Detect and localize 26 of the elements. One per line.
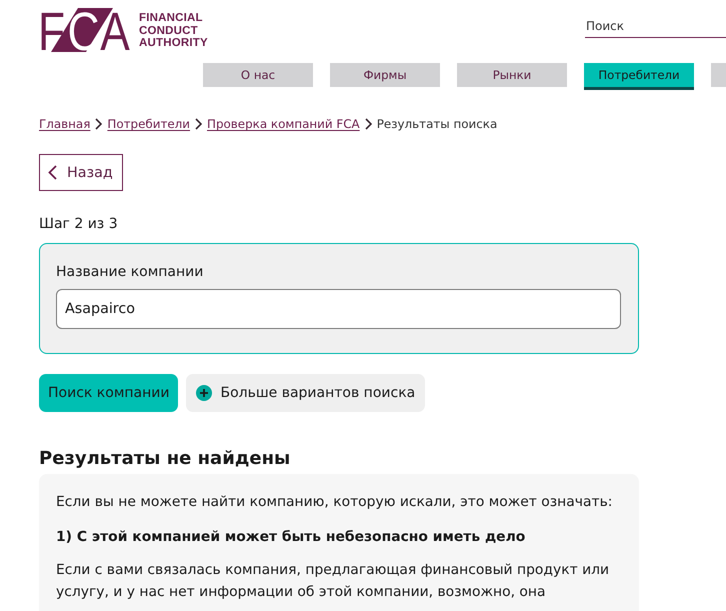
- nav-tab[interactable]: О нас: [203, 63, 313, 87]
- logo-wordmark: FINANCIAL CONDUCT AUTHORITY: [139, 12, 208, 50]
- search-field[interactable]: Поиск: [585, 14, 726, 38]
- nav-tab[interactable]: Фирмы: [330, 63, 440, 87]
- chevron-right-icon: [195, 118, 202, 130]
- plus-circle-icon: [196, 385, 212, 401]
- breadcrumb-link[interactable]: Главная: [39, 115, 90, 133]
- chevron-right-icon: [95, 118, 102, 130]
- search-company-button[interactable]: Поиск компании: [39, 374, 178, 412]
- breadcrumb-current: Результаты поиска: [376, 116, 498, 133]
- company-name-field[interactable]: Asapairco: [56, 289, 621, 329]
- chevron-left-icon: [48, 165, 57, 180]
- more-search-options-button[interactable]: Больше вариантов поиска: [186, 374, 426, 412]
- chevron-right-icon: [364, 118, 372, 130]
- nav-tab[interactable]: [711, 63, 726, 87]
- field-label: Название компании: [56, 263, 204, 281]
- back-button[interactable]: Назад: [39, 154, 123, 191]
- breadcrumb-link[interactable]: Потребители: [107, 115, 190, 133]
- intro-text: Если вы не можете найти компанию, которую искали, это может означать:: [56, 493, 614, 512]
- nav-tab[interactable]: Рынки: [457, 63, 567, 87]
- nav-tab[interactable]: Потребители: [584, 63, 694, 90]
- step-indicator: Шаг 2 из 3: [39, 215, 118, 233]
- breadcrumb-link[interactable]: Проверка компаний FCA: [207, 115, 360, 133]
- results-heading: Результаты не найдены: [39, 447, 290, 471]
- paragraph-text: Если с вами связалась компания, предлагающая финансовый продукт или услугу, и у нас нет информации об этой компании, возможно, она: [56, 561, 610, 602]
- point-heading: 1) С этой компанией может быть небезопасно иметь дело: [56, 528, 526, 547]
